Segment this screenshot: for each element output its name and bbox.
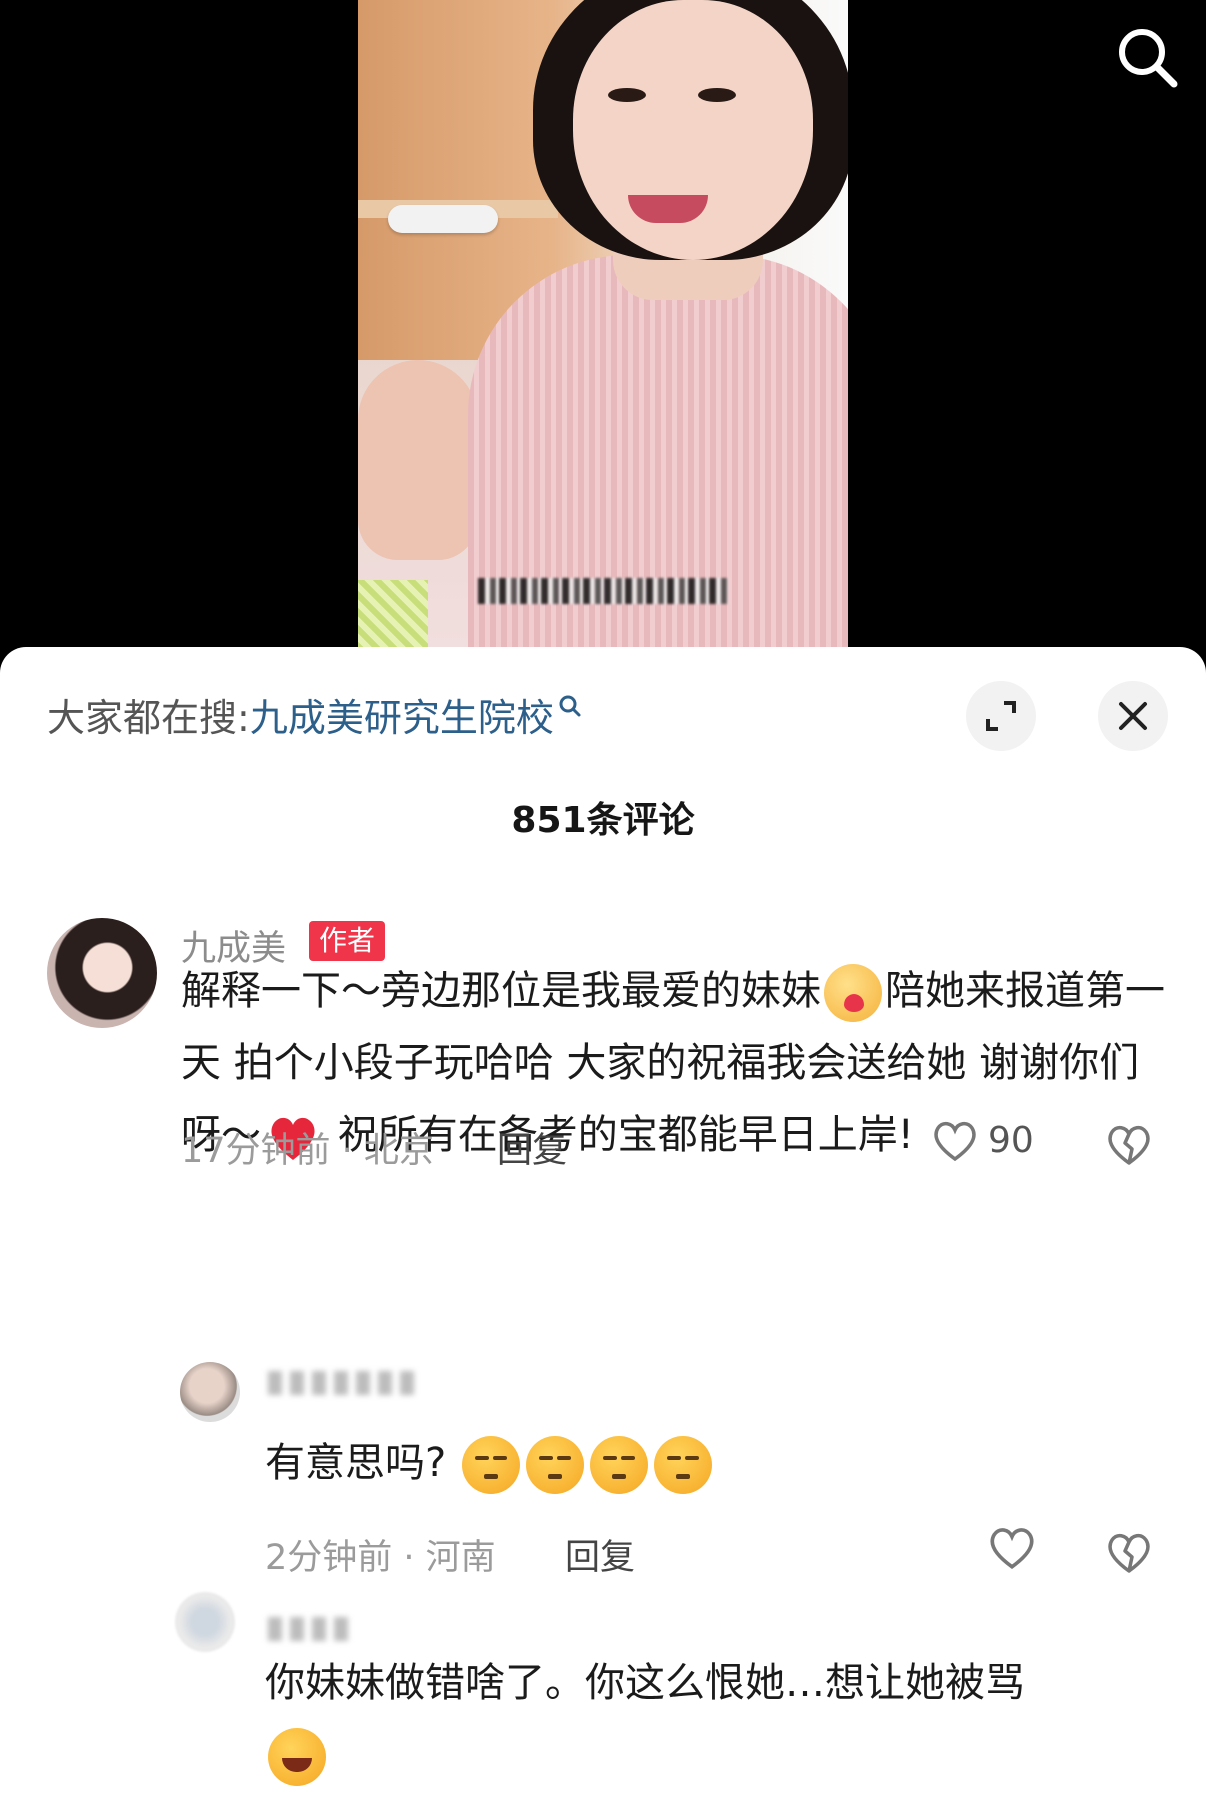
reply-avatar[interactable] — [175, 1592, 235, 1652]
laughing-emoji-icon — [268, 1728, 326, 1786]
close-button[interactable] — [1098, 681, 1168, 751]
author-comment-part1: 解释一下～旁边那位是我最爱的妹妹 — [181, 968, 821, 1014]
reply-dislike-button[interactable] — [1104, 1527, 1154, 1577]
video-hand — [358, 360, 478, 560]
video-person-eye-left — [608, 88, 646, 102]
author-like-count: 90 — [988, 1119, 1034, 1161]
comments-panel: 大家都在搜:九成美研究生院校 851条评论 九成美 作者 解释一下～旁边那位是我… — [0, 647, 1206, 1809]
heart-outline-icon — [990, 1528, 1034, 1570]
reply-meta: 2分钟前 · 河南 — [265, 1538, 496, 1578]
author-dislike-button[interactable] — [1104, 1119, 1154, 1169]
unamused-emoji-icon — [525, 1436, 584, 1494]
unamused-emoji-icon — [461, 1436, 520, 1494]
video-subtitle-blurred — [478, 578, 728, 604]
search-suggestion-term[interactable]: 九成美研究生院校 — [250, 696, 554, 740]
author-comment-meta: 17分钟前 · 北京 — [181, 1131, 434, 1171]
unamused-emoji-icon — [589, 1436, 648, 1494]
expand-icon — [986, 701, 1016, 731]
close-icon — [1119, 702, 1147, 730]
small-search-icon — [558, 687, 582, 731]
video-hook — [388, 205, 498, 233]
broken-heart-icon — [1108, 1533, 1150, 1573]
search-suggestion-prefix: 大家都在搜: — [47, 696, 250, 740]
reply-text: 有意思吗? — [265, 1427, 1165, 1499]
video-person-face — [573, 0, 813, 260]
video-frame[interactable] — [358, 0, 848, 650]
video-basket — [358, 580, 428, 650]
author-like-button[interactable]: 90 — [930, 1117, 1034, 1163]
reply-reply-button[interactable]: 回复 — [565, 1529, 635, 1580]
search-button[interactable] — [1112, 22, 1184, 94]
search-icon — [1119, 29, 1178, 88]
reply-text-content: 有意思吗? — [265, 1440, 447, 1486]
reply-like-button[interactable] — [986, 1523, 1038, 1575]
blush-heart-emoji-icon — [824, 964, 882, 1022]
reply-username-blurred[interactable] — [268, 1371, 418, 1395]
video-area[interactable] — [0, 0, 1206, 660]
reply-avatar[interactable] — [180, 1362, 240, 1422]
video-person-eye-right — [698, 88, 736, 102]
broken-heart-icon — [1108, 1125, 1150, 1165]
heart-outline-icon — [934, 1121, 976, 1162]
unamused-emoji-icon — [653, 1436, 712, 1494]
comment-count: 851条评论 — [511, 800, 695, 841]
author-avatar[interactable] — [47, 918, 157, 1028]
author-reply-button[interactable]: 回复 — [497, 1122, 567, 1173]
expand-button[interactable] — [966, 681, 1036, 751]
search-suggestion[interactable]: 大家都在搜:九成美研究生院校 — [47, 687, 582, 742]
reply-username-blurred[interactable] — [268, 1617, 348, 1641]
reply-text-content: 你妹妹做错啥了。你这么恨她…想让她被骂 — [265, 1660, 1025, 1706]
reply-text: 你妹妹做错啥了。你这么恨她…想让她被骂 — [265, 1647, 1165, 1791]
